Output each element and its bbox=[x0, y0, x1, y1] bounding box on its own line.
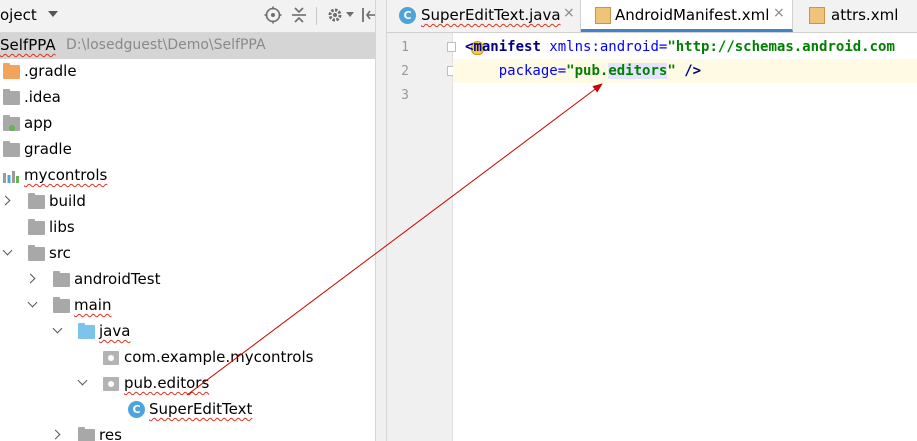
xml-file-icon bbox=[809, 7, 825, 24]
xml-file-icon bbox=[595, 7, 611, 24]
tree-item-label: res bbox=[99, 426, 122, 441]
project-view-selector[interactable]: oject bbox=[0, 6, 37, 24]
code-token: " bbox=[667, 63, 676, 79]
line-number: 2 bbox=[401, 64, 409, 79]
tree-item-label: SuperEditText bbox=[149, 400, 253, 418]
hide-panel-icon[interactable] bbox=[360, 6, 375, 24]
tree-item-build[interactable]: build bbox=[0, 189, 375, 215]
tree-item-gradle[interactable]: gradle bbox=[0, 137, 375, 163]
code-token: /> bbox=[675, 63, 702, 79]
code-token: xmlns:android= bbox=[540, 39, 668, 55]
close-icon[interactable]: × bbox=[773, 5, 785, 21]
tree-item-label: .idea bbox=[24, 88, 61, 106]
chevron-down-icon[interactable] bbox=[346, 12, 354, 17]
tree-item-idea[interactable]: .idea bbox=[0, 85, 375, 111]
chevron-down-icon[interactable] bbox=[27, 297, 38, 308]
tree-item-label: mycontrols bbox=[24, 166, 108, 184]
code-line-1[interactable]: <manifest xmlns:android="http://schemas.… bbox=[465, 39, 895, 55]
code-token: " bbox=[566, 63, 575, 79]
chevron-down-icon[interactable] bbox=[52, 323, 63, 334]
tree-item-label: gradle bbox=[24, 140, 72, 158]
panel-splitter[interactable] bbox=[375, 0, 387, 441]
gear-icon[interactable] bbox=[326, 6, 344, 24]
tree-item-label: com.example.mycontrols bbox=[124, 348, 314, 366]
line-number: 3 bbox=[401, 88, 409, 103]
folder-icon bbox=[28, 245, 45, 261]
tree-item-res[interactable]: res bbox=[0, 423, 375, 441]
project-tool-window: oject SelfPPA D:\losedguest\Demo\SelfPPA… bbox=[0, 0, 375, 441]
tab-label: SuperEditText.java bbox=[421, 6, 561, 24]
editor-gutter: 1 2 3 bbox=[387, 33, 456, 441]
tree-item-label: androidTest bbox=[74, 270, 161, 288]
folder-icon bbox=[53, 297, 70, 313]
chevron-down-icon[interactable] bbox=[48, 11, 58, 17]
project-path: D:\losedguest\Demo\SelfPPA bbox=[66, 37, 266, 53]
tree-item-label: build bbox=[49, 192, 86, 210]
tree-item-selfppa[interactable]: SelfPPA D:\losedguest\Demo\SelfPPA bbox=[0, 33, 375, 59]
tree-item-androidtest[interactable]: androidTest bbox=[0, 267, 375, 293]
fold-marker-icon[interactable] bbox=[447, 42, 456, 52]
tree-item-com-example-mycontrols[interactable]: com.example.mycontrols bbox=[0, 345, 375, 371]
tree-item-label: libs bbox=[49, 218, 75, 236]
java-class-icon: C bbox=[399, 7, 416, 24]
code-line-2[interactable]: package="pub.editors" /> bbox=[465, 63, 701, 79]
folder-icon bbox=[3, 141, 20, 157]
folder-icon bbox=[78, 427, 95, 441]
editor-tab-bar: C SuperEditText.java × AndroidManifest.x… bbox=[387, 0, 917, 33]
module-badge-icon bbox=[9, 125, 15, 131]
folder-icon bbox=[3, 89, 20, 105]
tab-attrs-xml[interactable]: attrs.xml bbox=[793, 0, 917, 32]
code-token: manifest bbox=[473, 39, 541, 55]
tree-item-label: java bbox=[99, 322, 131, 340]
tree-item-gradle-hidden[interactable]: .gradle bbox=[0, 59, 375, 85]
close-icon[interactable]: × bbox=[563, 5, 575, 21]
library-module-icon bbox=[3, 171, 19, 183]
folder-blue-icon bbox=[78, 323, 95, 339]
code-editor: C SuperEditText.java × AndroidManifest.x… bbox=[387, 0, 917, 441]
class-icon: C bbox=[128, 401, 145, 418]
folder-icon bbox=[28, 219, 45, 235]
code-token: package= bbox=[498, 63, 567, 79]
tree-item-app[interactable]: app bbox=[0, 111, 375, 137]
folder-orange-icon bbox=[3, 63, 20, 79]
project-panel-header: oject bbox=[0, 0, 375, 33]
tree-item-main[interactable]: main bbox=[0, 293, 375, 319]
chevron-right-icon[interactable] bbox=[0, 195, 11, 206]
code-token: "http://schemas.android.com bbox=[667, 39, 895, 55]
tree-item-label: app bbox=[24, 114, 53, 132]
code-token: editors bbox=[608, 63, 668, 79]
tree-item-pub-editors[interactable]: pub.editors bbox=[0, 371, 375, 397]
tree-item-java[interactable]: java bbox=[0, 319, 375, 345]
tab-label: attrs.xml bbox=[831, 6, 899, 24]
code-token: pub. bbox=[574, 63, 609, 79]
chevron-down-icon[interactable] bbox=[77, 375, 88, 386]
toolbar-separator bbox=[316, 7, 317, 25]
tree-item-label: src bbox=[49, 244, 71, 262]
tree-item-src[interactable]: src bbox=[0, 241, 375, 267]
tab-supereditext-java[interactable]: C SuperEditText.java × bbox=[387, 0, 581, 32]
package-icon bbox=[103, 377, 119, 391]
chevron-right-icon[interactable] bbox=[50, 429, 61, 440]
collapse-all-icon[interactable] bbox=[290, 6, 308, 24]
tree-item-mycontrols[interactable]: mycontrols bbox=[0, 163, 375, 189]
chevron-right-icon[interactable] bbox=[25, 273, 36, 284]
chevron-down-icon[interactable] bbox=[2, 245, 13, 256]
tab-androidmanifest-xml[interactable]: AndroidManifest.xml × bbox=[581, 0, 793, 32]
tree-item-label: pub.editors bbox=[124, 374, 210, 392]
tree-item-label: main bbox=[74, 296, 112, 314]
package-icon bbox=[103, 351, 119, 365]
tree-item-label: SelfPPA bbox=[0, 36, 56, 54]
folder-icon bbox=[53, 271, 70, 287]
line-number: 1 bbox=[401, 40, 409, 55]
scroll-from-source-icon[interactable] bbox=[264, 6, 282, 24]
tree-item-supereditext[interactable]: C SuperEditText bbox=[0, 397, 375, 423]
tree-item-libs[interactable]: libs bbox=[0, 215, 375, 241]
folder-icon bbox=[28, 193, 45, 209]
tab-label: AndroidManifest.xml bbox=[615, 6, 770, 24]
tree-item-label: .gradle bbox=[24, 62, 77, 80]
